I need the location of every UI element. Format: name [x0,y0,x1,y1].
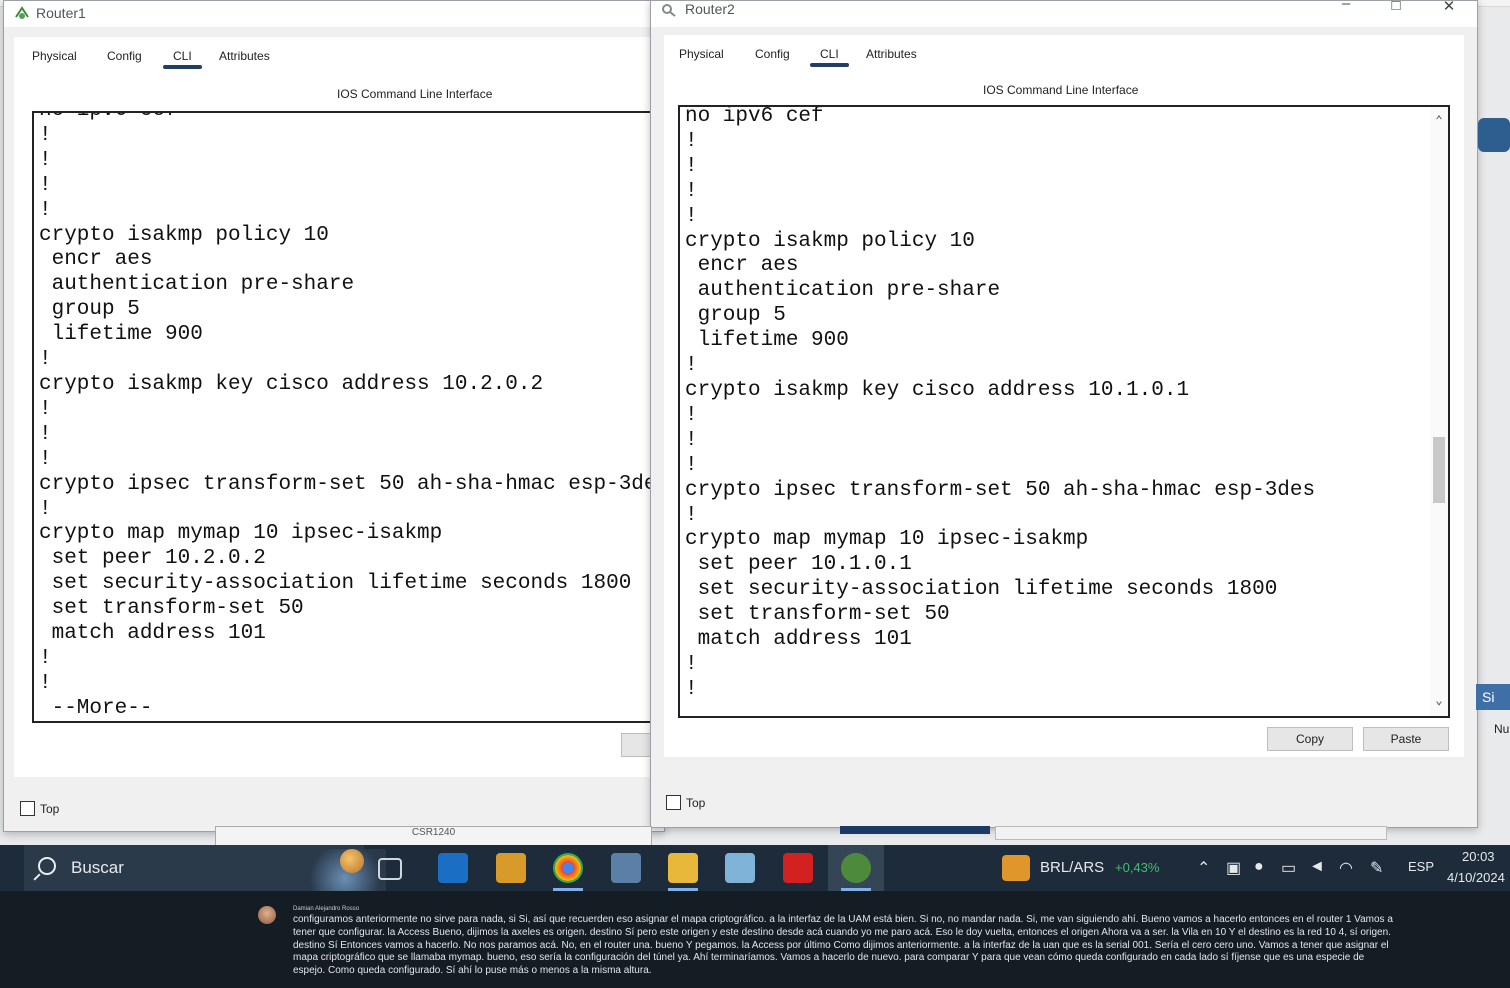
tab-cli[interactable]: CLI [163,49,202,69]
avatar [258,906,276,924]
top-checkbox[interactable] [20,801,35,816]
router-app-icon [15,6,29,19]
tab-cli[interactable]: CLI [810,47,849,67]
copy-button[interactable]: Copy [1267,727,1353,751]
router1-titlebar[interactable]: Router1 [4,1,664,27]
ticker-label[interactable]: BRL/ARS [1040,859,1104,876]
ticker-icon[interactable] [1002,855,1030,881]
router1-title: Router1 [36,5,86,21]
wifi-icon[interactable]: ◠ [1339,858,1353,878]
router-app-icon [662,4,676,17]
chrome-icon[interactable] [553,853,583,883]
router1-window: Router1 Physical Config CLI Attributes I… [3,0,676,832]
paste-button[interactable]: Paste [1363,727,1449,751]
chevron-up-icon[interactable]: ⌃ [1197,858,1210,878]
close-icon[interactable]: ✕ [1439,0,1459,15]
router1-tabs: Physical Config CLI Attributes [14,37,664,73]
pen-icon[interactable]: ✎ [1370,858,1383,878]
tab-attributes[interactable]: Attributes [866,47,917,61]
maximize-icon[interactable]: □ [1386,0,1406,14]
search-input[interactable]: Buscar [71,858,124,878]
top-label: Top [686,796,706,810]
tab-config[interactable]: Config [107,49,142,63]
notepad-icon[interactable] [725,853,755,883]
language-indicator[interactable]: ESP [1408,859,1434,874]
taskbar-search[interactable]: Buscar [24,845,386,891]
search-highlight-image [304,849,386,891]
router1-terminal[interactable]: no ipv6 cef ! ! ! ! crypto isakmp policy… [32,111,676,723]
battery-icon[interactable]: ▭ [1281,858,1296,878]
camera-icon[interactable]: ▣ [1226,858,1241,878]
file-explorer-icon[interactable] [668,853,698,883]
side-toolbar-icon[interactable] [1478,118,1510,152]
background-bar [840,826,990,834]
tab-config[interactable]: Config [755,47,790,61]
microphone-icon[interactable]: ● [1254,858,1264,876]
cli-caption: IOS Command Line Interface [337,87,493,101]
router2-titlebar[interactable]: Router2 – □ ✕ [651,0,1477,27]
terminal-output: no ipv6 cef ! ! ! ! crypto isakmp policy… [39,113,670,720]
ticker-value: +0,43% [1115,860,1160,875]
router2-terminal[interactable]: no ipv6 cef ! ! ! ! crypto isakmp policy… [678,105,1450,718]
background-scrollbar [995,826,1387,840]
router1-panel: Physical Config CLI Attributes IOS Comma… [14,37,676,816]
router2-tabs: Physical Config CLI Attributes [664,35,1464,71]
tab-physical[interactable]: Physical [32,49,77,63]
packet-tracer-icon[interactable] [841,853,871,883]
background-device-label: CSR1240 [215,826,652,846]
scroll-down-icon[interactable]: ⌄ [1430,689,1448,714]
tab-physical[interactable]: Physical [679,47,724,61]
router2-title: Router2 [685,1,735,17]
clock-date[interactable]: 4/10/2024 [1447,870,1505,885]
speaker-icon[interactable]: ◄ [1309,858,1325,876]
clock-time[interactable]: 20:03 [1462,849,1495,864]
router2-panel: Physical Config CLI Attributes IOS Comma… [664,35,1464,810]
scrollbar-thumb[interactable] [1433,437,1445,503]
top-checkbox[interactable] [666,795,681,810]
search-icon [38,857,56,875]
top-label: Top [40,802,60,816]
outlook-icon[interactable] [438,853,468,883]
terminal-scrollbar[interactable]: ⌃ ⌄ [1430,107,1448,716]
task-view-icon[interactable] [378,858,402,880]
acrobat-icon[interactable] [783,853,813,883]
scroll-up-icon[interactable]: ⌃ [1430,109,1448,134]
caption-panel: Damian Alejandro Rosso configuramos ante… [0,891,1510,988]
taskbar: Buscar BRL/ARS +0,43% ⌃ ▣ ● ▭ ◄ ◠ ✎ ESP … [0,845,1510,891]
side-text: Nu [1494,722,1510,736]
caption-speaker: Damian Alejandro Rosso [293,906,360,912]
caption-text: configuramos anteriormente no sirve para… [293,914,1393,977]
minimize-icon[interactable]: – [1336,0,1356,12]
side-button[interactable]: Si [1476,684,1510,710]
tab-attributes[interactable]: Attributes [219,49,270,63]
router2-window: Router2 – □ ✕ Physical Config CLI Attrib… [650,0,1478,828]
app-icon[interactable] [611,853,641,883]
terminal-output: no ipv6 cef ! ! ! ! crypto isakmp policy… [685,105,1316,701]
sticky-notes-icon[interactable] [496,853,526,883]
cli-caption: IOS Command Line Interface [983,83,1139,97]
